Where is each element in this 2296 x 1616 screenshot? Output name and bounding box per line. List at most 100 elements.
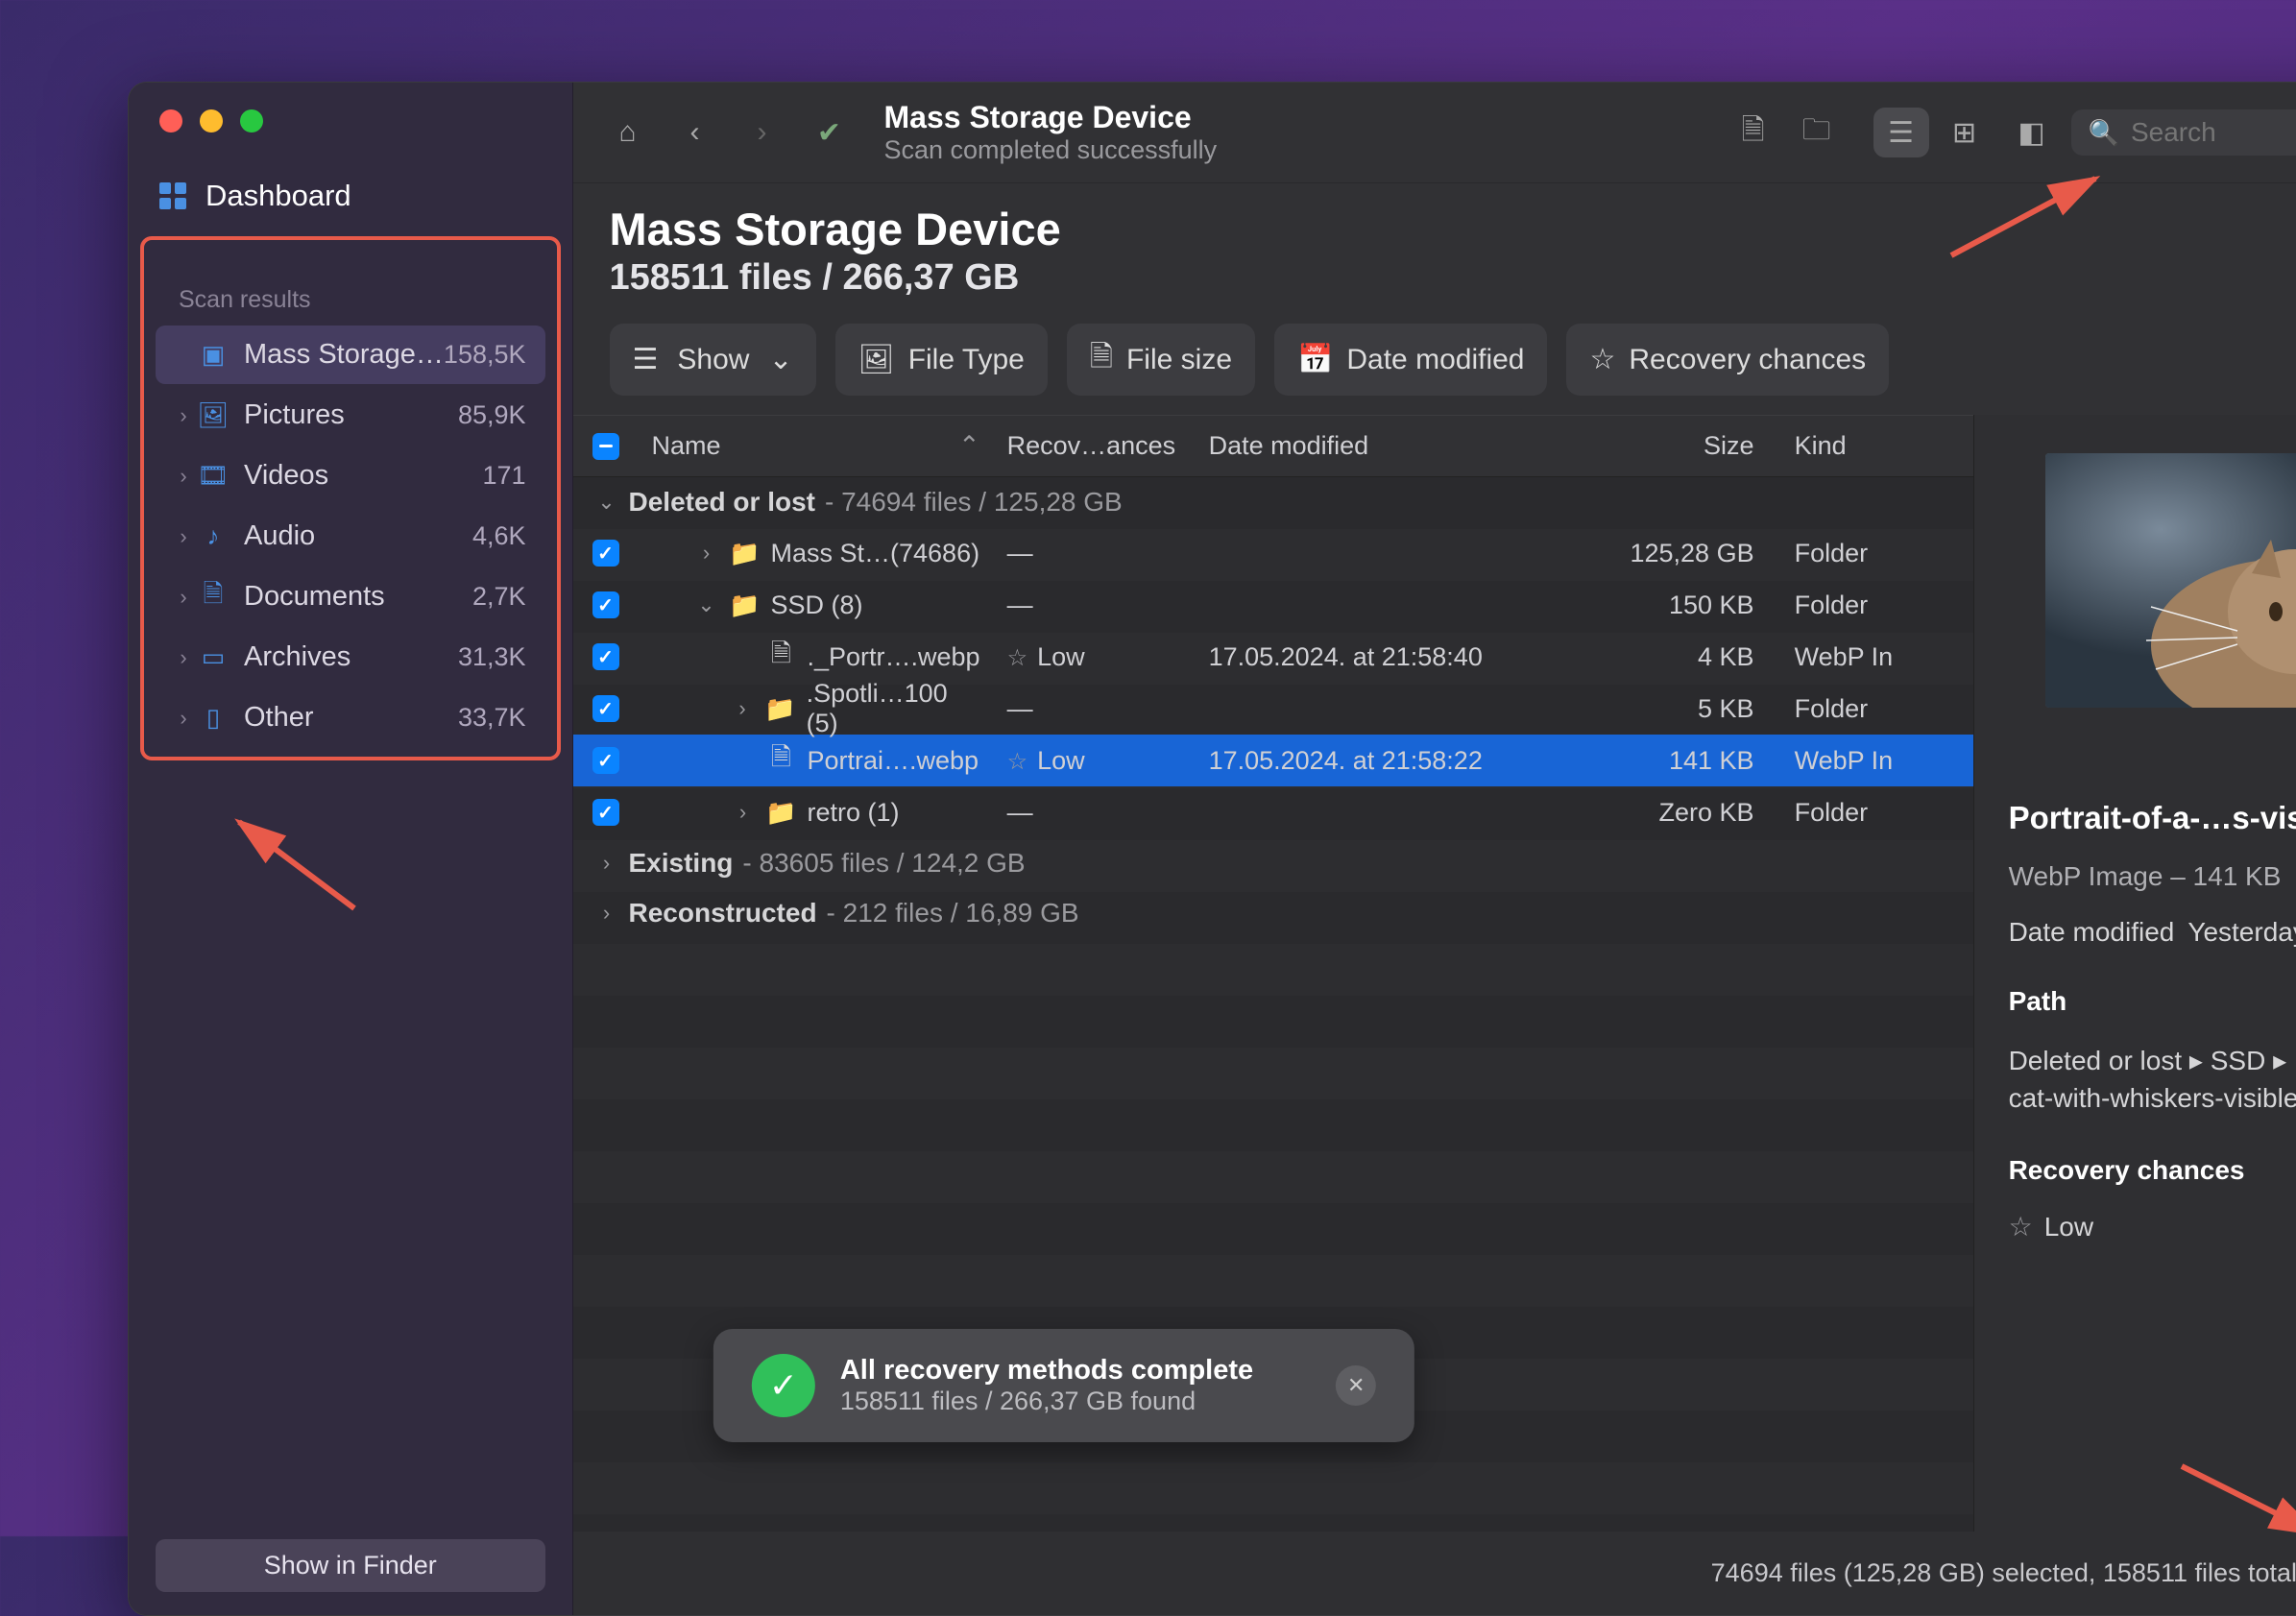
row-size: Zero KB bbox=[1570, 790, 1781, 835]
row-name: .Spotli…100 (5) bbox=[807, 679, 980, 738]
chip-label: Show bbox=[677, 344, 749, 376]
row-kind: Folder bbox=[1781, 583, 1973, 628]
row-name: retro (1) bbox=[808, 798, 900, 828]
check-icon: ✓ bbox=[752, 1354, 815, 1417]
sliders-icon: ☰ bbox=[633, 343, 659, 376]
row-checkbox[interactable] bbox=[592, 591, 619, 618]
sidebar-item-archives[interactable]: › ▭ Archives 31,3K bbox=[156, 628, 545, 687]
forward-button[interactable]: › bbox=[735, 108, 790, 157]
disclosure-icon: › bbox=[731, 800, 756, 825]
row-checkbox[interactable] bbox=[592, 747, 619, 774]
preview-date-value: Yesterday at 21:58 bbox=[2187, 917, 2296, 948]
image-icon: 🖼 bbox=[858, 343, 895, 376]
row-size: 125,28 GB bbox=[1570, 531, 1781, 576]
sidebar-item-storage[interactable]: ▣ Mass Storage… 158,5K bbox=[156, 326, 545, 384]
sidebar-item-label: Audio bbox=[244, 520, 472, 552]
minimize-button[interactable] bbox=[200, 109, 223, 133]
sidebar-item-dashboard[interactable]: Dashboard bbox=[129, 159, 572, 232]
sidebar-item-other[interactable]: › ▯ Other 33,7K bbox=[156, 688, 545, 747]
group-deleted[interactable]: ⌄ Deleted or lost - 74694 files / 125,28… bbox=[573, 477, 1973, 527]
column-name[interactable]: Name ⌃ bbox=[639, 423, 994, 469]
search-field[interactable]: 🔍 bbox=[2071, 109, 2296, 156]
chevron-right-icon: › bbox=[175, 403, 192, 428]
sidebar-item-label: Videos bbox=[244, 460, 482, 492]
chip-label: File Type bbox=[908, 344, 1025, 376]
document-view-button[interactable]: 🗎 bbox=[1726, 108, 1781, 157]
folder-icon: 📁 bbox=[767, 798, 796, 827]
sidebar-section-label: Scan results bbox=[148, 248, 553, 324]
dashboard-icon bbox=[159, 182, 186, 209]
sidebar-item-audio[interactable]: › ♪ Audio 4,6K bbox=[156, 507, 545, 566]
row-kind: Folder bbox=[1781, 531, 1973, 576]
home-button[interactable]: ⌂ bbox=[600, 108, 656, 157]
show-in-finder-button[interactable]: Show in Finder bbox=[156, 1539, 545, 1592]
table-row[interactable]: ›📁retro (1)—Zero KBFolder bbox=[573, 786, 1973, 838]
sidebar-item-count: 158,5K bbox=[444, 340, 526, 370]
toolbar-title: Mass Storage Device bbox=[884, 100, 1218, 135]
panel-toggle-button[interactable]: ◧ bbox=[2004, 108, 2060, 157]
sidebar-item-label: Other bbox=[244, 702, 458, 734]
chevron-right-icon: › bbox=[175, 645, 192, 670]
chip-label: Recovery chances bbox=[1629, 344, 1866, 376]
file-icon: 🗎 bbox=[1090, 335, 1113, 384]
search-icon: 🔍 bbox=[2089, 118, 2119, 148]
row-checkbox[interactable] bbox=[592, 799, 619, 826]
row-name: SSD (8) bbox=[771, 591, 863, 620]
videos-icon: 🎞 bbox=[198, 461, 229, 492]
row-kind: WebP In bbox=[1781, 635, 1973, 680]
row-date: 17.05.2024. at 21:58:22 bbox=[1196, 738, 1570, 784]
row-checkbox[interactable] bbox=[592, 540, 619, 567]
list-view-button[interactable]: ☰ bbox=[1873, 108, 1929, 157]
row-kind: Folder bbox=[1781, 687, 1973, 732]
row-date bbox=[1196, 597, 1570, 613]
select-all-checkbox[interactable] bbox=[592, 433, 619, 460]
recovery-chances-chip[interactable]: ☆ Recovery chances bbox=[1566, 324, 1889, 396]
preview-date-label: Date modified bbox=[2009, 917, 2175, 948]
close-button[interactable] bbox=[159, 109, 182, 133]
sidebar-item-label: Archives bbox=[244, 641, 458, 673]
date-modified-chip[interactable]: 📅 Date modified bbox=[1274, 324, 1547, 396]
documents-icon: 🗎 bbox=[198, 582, 229, 613]
file-type-chip[interactable]: 🖼 File Type bbox=[835, 324, 1048, 396]
page-subtitle: 158511 files / 266,37 GB bbox=[610, 257, 2296, 299]
preview-path-value: Deleted or lost ▸ SSD ▸ Portrait-of-a-ca… bbox=[2009, 1042, 2296, 1117]
sidebar-item-pictures[interactable]: › 🖼 Pictures 85,9K bbox=[156, 386, 545, 445]
column-kind[interactable]: Kind bbox=[1781, 423, 1973, 469]
row-checkbox[interactable] bbox=[592, 643, 619, 670]
selection-status: 74694 files (125,28 GB) selected, 158511… bbox=[1711, 1558, 2296, 1588]
group-reconstructed[interactable]: › Reconstructed - 212 files / 16,89 GB bbox=[573, 888, 1973, 938]
sidebar-item-label: Mass Storage… bbox=[244, 339, 444, 371]
chevron-right-icon: › bbox=[594, 851, 619, 876]
page-title: Mass Storage Device bbox=[610, 203, 2296, 255]
table-row[interactable]: ›📁.Spotli…100 (5)—5 KBFolder bbox=[573, 683, 1973, 735]
column-size[interactable]: Size bbox=[1570, 423, 1781, 469]
sidebar-item-count: 85,9K bbox=[458, 400, 526, 430]
search-input[interactable] bbox=[2131, 117, 2296, 148]
grid-view-button[interactable]: ⊞ bbox=[1937, 108, 1993, 157]
file-size-chip[interactable]: 🗎 File size bbox=[1067, 324, 1255, 396]
disclosure-icon: › bbox=[694, 541, 719, 566]
back-button[interactable]: ‹ bbox=[667, 108, 723, 157]
folder-icon: 📁 bbox=[766, 694, 795, 723]
sidebar-item-videos[interactable]: › 🎞 Videos 171 bbox=[156, 446, 545, 505]
column-recovery[interactable]: Recov…ances bbox=[994, 423, 1196, 469]
column-date[interactable]: Date modified bbox=[1196, 423, 1570, 469]
dashboard-label: Dashboard bbox=[205, 179, 351, 213]
toast-close-button[interactable]: ✕ bbox=[1336, 1365, 1376, 1406]
table-row[interactable]: ⌄📁SSD (8)—150 KBFolder bbox=[573, 579, 1973, 631]
row-recovery: Low bbox=[1037, 746, 1085, 775]
drive-icon: ▣ bbox=[198, 340, 229, 371]
sidebar-item-documents[interactable]: › 🗎 Documents 2,7K bbox=[156, 567, 545, 626]
maximize-button[interactable] bbox=[240, 109, 263, 133]
footer-bar: 74694 files (125,28 GB) selected, 158511… bbox=[573, 1532, 2296, 1615]
row-checkbox[interactable] bbox=[592, 695, 619, 722]
table-row[interactable]: 🗎Portrai….webp☆Low17.05.2024. at 21:58:2… bbox=[573, 735, 1973, 786]
folder-view-button[interactable]: 🗀 bbox=[1789, 108, 1845, 157]
chevron-down-icon: ⌄ bbox=[768, 343, 792, 376]
group-title: Reconstructed bbox=[629, 898, 817, 929]
preview-path-label: Path bbox=[2009, 986, 2296, 1017]
sidebar: Dashboard Scan results ▣ Mass Storage… 1… bbox=[129, 83, 573, 1615]
table-row[interactable]: ›📁Mass St…(74686)—125,28 GBFolder bbox=[573, 527, 1973, 579]
group-existing[interactable]: › Existing - 83605 files / 124,2 GB bbox=[573, 838, 1973, 888]
show-chip[interactable]: ☰ Show ⌄ bbox=[610, 324, 816, 396]
